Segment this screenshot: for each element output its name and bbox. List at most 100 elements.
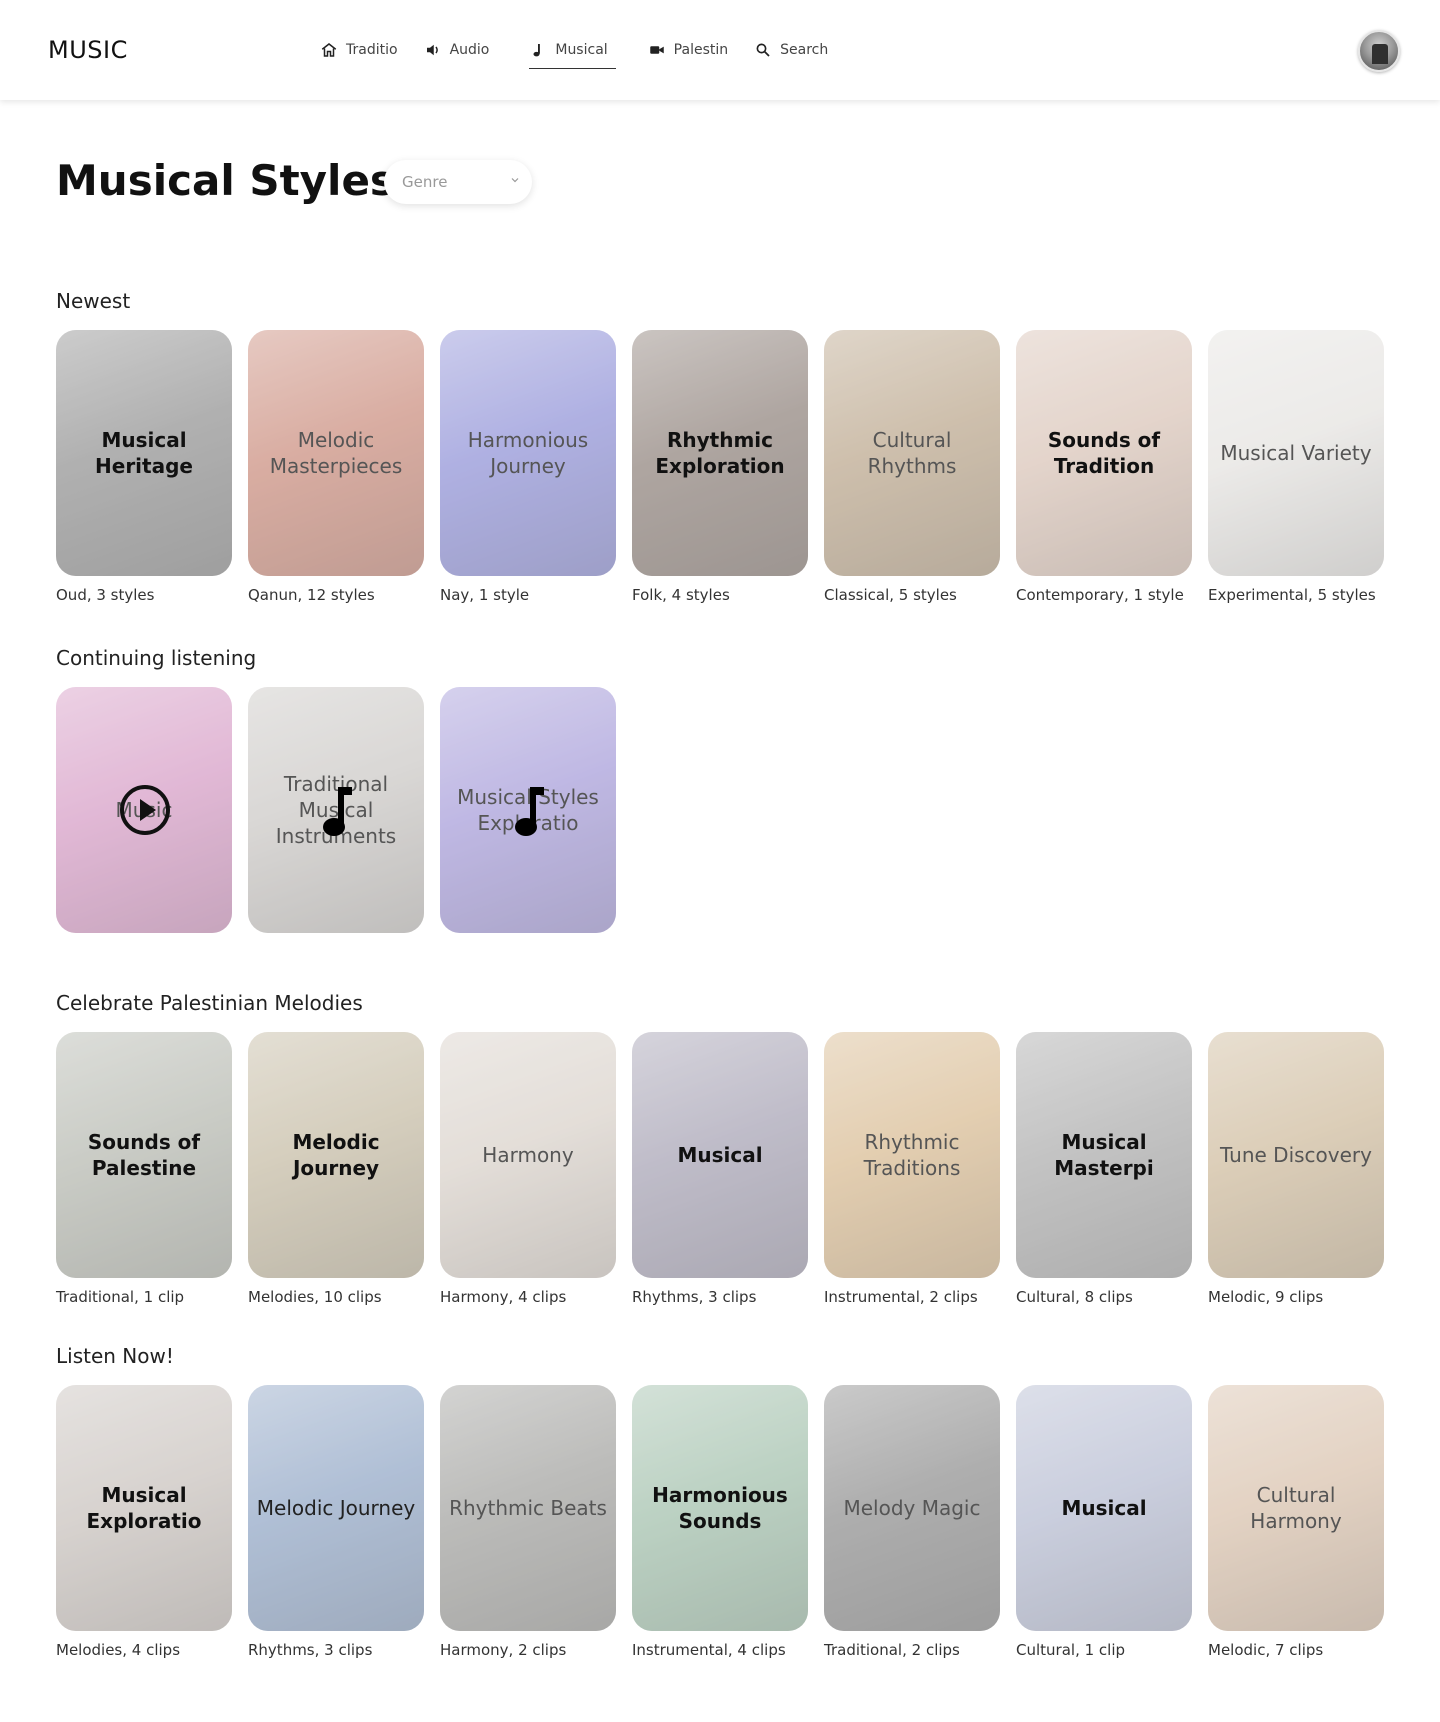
nav-item-musical[interactable]: Musical xyxy=(529,38,617,69)
card-caption: Melodies, 4 clips xyxy=(56,1641,181,1659)
music-note-icon[interactable] xyxy=(318,785,358,839)
card-caption: Harmony, 2 clips xyxy=(440,1641,567,1659)
card-thumbnail: Sounds of Tradition xyxy=(1016,330,1192,576)
card-title: Melodic Masterpieces xyxy=(269,428,403,478)
style-card[interactable]: Cultural Rhythms Classical, 5 styles xyxy=(824,330,1000,604)
style-card[interactable]: Sounds of Tradition Contemporary, 1 styl… xyxy=(1016,330,1192,604)
nav-label: Traditio xyxy=(346,42,398,58)
card-title: Musical Heritage xyxy=(95,428,193,478)
clip-card[interactable]: Musical Cultural, 1 clip xyxy=(1016,1385,1192,1659)
nav-item-search[interactable]: Search xyxy=(754,38,828,62)
card-caption: Experimental, 5 styles xyxy=(1208,586,1376,604)
home-icon xyxy=(321,43,337,57)
card-caption: Folk, 4 styles xyxy=(632,586,730,604)
card-thumbnail: Rhythmic Traditions xyxy=(824,1032,1000,1278)
user-avatar[interactable] xyxy=(1358,30,1400,72)
chevron-down-icon xyxy=(511,178,519,183)
card-thumbnail: Music xyxy=(56,687,232,933)
nav-label: Musical xyxy=(555,42,608,58)
continue-card[interactable]: Musical Styles Exploratio xyxy=(440,687,616,933)
page-title: Musical Styles xyxy=(56,156,395,205)
card-caption: Classical, 5 styles xyxy=(824,586,957,604)
card-title: Musical xyxy=(1061,1496,1147,1520)
brand-logo[interactable]: MUSIC xyxy=(48,36,128,64)
nav-label: Audio xyxy=(449,42,490,58)
card-title: Musical Masterpi xyxy=(1054,1130,1154,1180)
card-caption: Rhythms, 3 clips xyxy=(632,1288,757,1306)
card-caption: Traditional, 2 clips xyxy=(824,1641,960,1659)
card-caption: Instrumental, 2 clips xyxy=(824,1288,978,1306)
clip-card[interactable]: Musical Exploratio Melodies, 4 clips xyxy=(56,1385,232,1659)
clip-card[interactable]: Melodic Journey Rhythms, 3 clips xyxy=(248,1385,424,1659)
card-title: Musical Variety xyxy=(1220,441,1372,465)
clip-card[interactable]: Harmony Harmony, 4 clips xyxy=(440,1032,616,1306)
card-thumbnail: Musical Variety xyxy=(1208,330,1384,576)
card-caption: Contemporary, 1 style xyxy=(1016,586,1184,604)
card-title: Tune Discovery xyxy=(1219,1143,1372,1167)
palestinian-row: Sounds of Palestine Traditional, 1 clip … xyxy=(56,1032,1384,1306)
card-title: Harmony xyxy=(482,1143,574,1167)
continue-card[interactable]: Music xyxy=(56,687,232,933)
nav-item-audio[interactable]: Audio xyxy=(424,38,490,62)
style-card[interactable]: Musical Heritage Oud, 3 styles xyxy=(56,330,232,604)
search-icon xyxy=(756,43,770,57)
clip-card[interactable]: Musical Masterpi Cultural, 8 clips xyxy=(1016,1032,1192,1306)
top-navigation-bar: MUSIC Traditio Audio Musical Palestin Se… xyxy=(0,0,1440,100)
card-caption: Cultural, 8 clips xyxy=(1016,1288,1133,1306)
card-caption: Cultural, 1 clip xyxy=(1016,1641,1126,1659)
clip-card[interactable]: Harmonious Sounds Instrumental, 4 clips xyxy=(632,1385,808,1659)
style-card[interactable]: Melodic Masterpieces Qanun, 12 styles xyxy=(248,330,424,604)
card-thumbnail: Cultural Harmony xyxy=(1208,1385,1384,1631)
card-caption: Rhythms, 3 clips xyxy=(248,1641,373,1659)
card-thumbnail: Rhythmic Exploration xyxy=(632,330,808,576)
clip-card[interactable]: Melodic Journey Melodies, 10 clips xyxy=(248,1032,424,1306)
section-title-newest: Newest xyxy=(56,289,131,313)
nav-label: Search xyxy=(780,42,829,58)
clip-card[interactable]: Melody Magic Traditional, 2 clips xyxy=(824,1385,1000,1659)
continue-card[interactable]: Traditional Musical Instruments xyxy=(248,687,424,933)
continuing-row: Music Traditional Musical Instruments Mu… xyxy=(56,687,632,933)
speaker-icon xyxy=(426,44,438,56)
card-title: Cultural Rhythms xyxy=(867,428,957,478)
card-thumbnail: Musical xyxy=(1016,1385,1192,1631)
card-thumbnail: Melodic Masterpieces xyxy=(248,330,424,576)
card-caption: Qanun, 12 styles xyxy=(248,586,375,604)
card-thumbnail: Harmony xyxy=(440,1032,616,1278)
card-thumbnail: Musical Exploratio xyxy=(56,1385,232,1631)
music-note-icon[interactable] xyxy=(510,785,550,839)
card-thumbnail: Musical Heritage xyxy=(56,330,232,576)
style-card[interactable]: Rhythmic Exploration Folk, 4 styles xyxy=(632,330,808,604)
card-thumbnail: Rhythmic Beats xyxy=(440,1385,616,1631)
card-thumbnail: Musical xyxy=(632,1032,808,1278)
listen-now-row: Musical Exploratio Melodies, 4 clips Mel… xyxy=(56,1385,1384,1659)
card-thumbnail: Sounds of Palestine xyxy=(56,1032,232,1278)
section-title-continuing: Continuing listening xyxy=(56,646,257,670)
nav-item-traditional[interactable]: Traditio xyxy=(320,38,398,62)
clip-card[interactable]: Rhythmic Beats Harmony, 2 clips xyxy=(440,1385,616,1659)
clip-card[interactable]: Musical Rhythms, 3 clips xyxy=(632,1032,808,1306)
card-thumbnail: Musical Styles Exploratio xyxy=(440,687,616,933)
card-title: Melodic Journey xyxy=(292,1130,380,1180)
card-thumbnail: Traditional Musical Instruments xyxy=(248,687,424,933)
clip-card[interactable]: Cultural Harmony Melodic, 7 clips xyxy=(1208,1385,1384,1659)
card-title: Musical Exploratio xyxy=(86,1483,202,1533)
card-caption: Traditional, 1 clip xyxy=(56,1288,185,1306)
clip-card[interactable]: Sounds of Palestine Traditional, 1 clip xyxy=(56,1032,232,1306)
genre-dropdown[interactable]: Genre xyxy=(384,160,532,204)
card-caption: Harmony, 4 clips xyxy=(440,1288,567,1306)
card-title: Harmonious Sounds xyxy=(652,1483,788,1533)
card-thumbnail: Cultural Rhythms xyxy=(824,330,1000,576)
play-circle-icon[interactable] xyxy=(120,785,170,835)
section-title-palestinian: Celebrate Palestinian Melodies xyxy=(56,991,363,1015)
nav-item-palestinian[interactable]: Palestin xyxy=(648,38,728,62)
genre-placeholder: Genre xyxy=(402,173,448,191)
clip-card[interactable]: Tune Discovery Melodic, 9 clips xyxy=(1208,1032,1384,1306)
card-caption: Nay, 1 style xyxy=(440,586,530,604)
card-thumbnail: Tune Discovery xyxy=(1208,1032,1384,1278)
style-card[interactable]: Musical Variety Experimental, 5 styles xyxy=(1208,330,1384,604)
clip-card[interactable]: Rhythmic Traditions Instrumental, 2 clip… xyxy=(824,1032,1000,1306)
card-caption: Instrumental, 4 clips xyxy=(632,1641,786,1659)
card-caption: Melodic, 7 clips xyxy=(1208,1641,1324,1659)
nav-label: Palestin xyxy=(673,42,729,58)
style-card[interactable]: Harmonious Journey Nay, 1 style xyxy=(440,330,616,604)
